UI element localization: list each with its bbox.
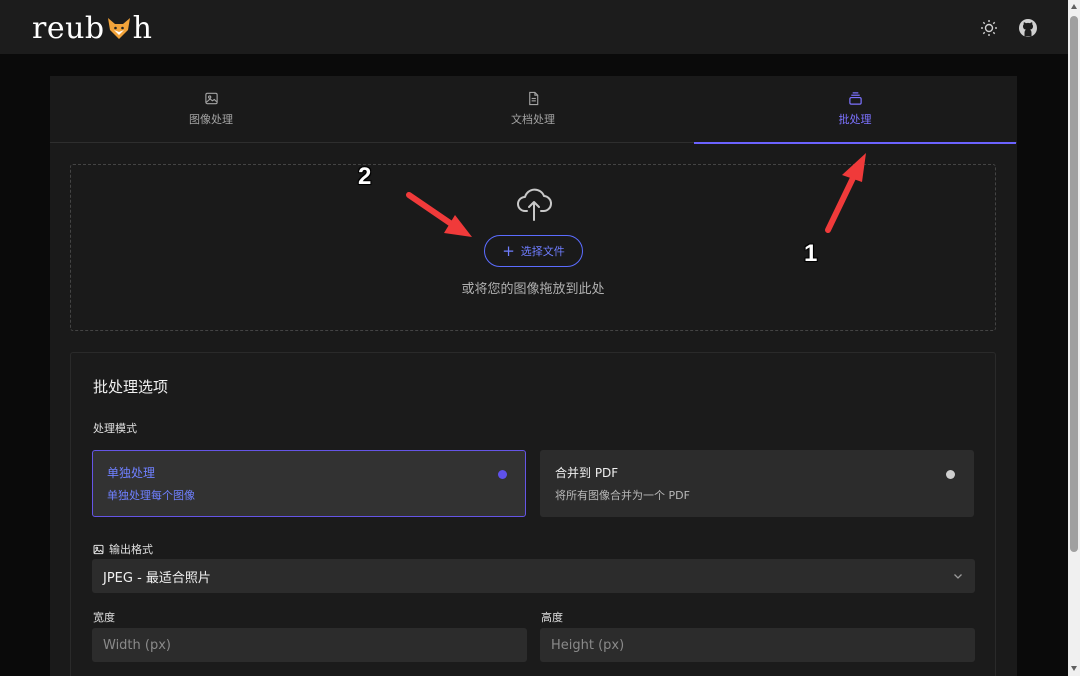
tab-document-processing[interactable]: 文档处理	[372, 76, 694, 143]
output-format-text: 输出格式	[109, 543, 153, 556]
stack-icon	[848, 92, 862, 105]
scroll-up-arrow[interactable]	[1071, 4, 1077, 9]
width-input[interactable]	[92, 628, 527, 662]
mode-description: 单独处理每个图像	[107, 489, 195, 502]
output-format-label: 输出格式	[93, 541, 153, 557]
app-logo[interactable]: reub h	[32, 10, 152, 46]
main-panel: 图像处理 文档处理 批处理 + 选择文件 或将您的图像拖放到此处 批处理选项 处…	[50, 76, 1017, 676]
scroll-down-arrow[interactable]	[1071, 666, 1077, 671]
mode-option-individual[interactable]: 单独处理 单独处理每个图像	[92, 450, 526, 517]
tab-label: 图像处理	[189, 113, 233, 126]
radio-indicator	[498, 470, 507, 479]
drop-hint: 或将您的图像拖放到此处	[461, 282, 605, 297]
image-icon	[204, 92, 218, 105]
document-icon	[528, 91, 538, 106]
output-format-select[interactable]: JPEG - 最适合照片	[92, 559, 975, 593]
batch-options-card: 批处理选项 处理模式 单独处理 单独处理每个图像 合并到 PDF 将所有图像合并…	[70, 352, 996, 676]
fox-icon	[107, 18, 130, 39]
annotation-marker-2: 2	[358, 163, 372, 190]
mode-option-merge-pdf[interactable]: 合并到 PDF 将所有图像合并为一个 PDF	[540, 450, 974, 517]
image-icon	[93, 544, 104, 554]
mode-description: 将所有图像合并为一个 PDF	[555, 489, 690, 502]
cloud-upload-icon	[517, 188, 552, 221]
tab-label: 文档处理	[511, 113, 555, 126]
sun-icon[interactable]	[979, 18, 999, 38]
github-icon[interactable]	[1018, 18, 1038, 38]
scrollbar[interactable]	[1068, 0, 1080, 676]
tab-batch-processing[interactable]: 批处理	[694, 76, 1016, 144]
mode-title: 合并到 PDF	[555, 466, 619, 480]
logo-text-right: h	[132, 10, 153, 46]
chevron-down-icon	[954, 574, 962, 579]
choose-file-button[interactable]: + 选择文件	[484, 235, 583, 267]
height-label: 高度	[541, 611, 563, 624]
width-label: 宽度	[93, 611, 115, 624]
annotation-marker-1: 1	[804, 240, 818, 267]
mode-title: 单独处理	[107, 466, 156, 480]
tab-bar: 图像处理 文档处理 批处理	[50, 76, 1017, 144]
logo-text-left: reub	[32, 10, 105, 46]
choose-file-label: 选择文件	[520, 245, 565, 258]
tab-label: 批处理	[838, 113, 872, 126]
output-format-value: JPEG - 最适合照片	[103, 570, 211, 586]
radio-indicator	[946, 470, 955, 479]
height-input[interactable]	[540, 628, 975, 662]
plus-icon: +	[502, 241, 515, 260]
scroll-thumb[interactable]	[1070, 16, 1078, 552]
top-bar: reub h	[0, 0, 1068, 54]
mode-label: 处理模式	[93, 422, 137, 435]
tab-image-processing[interactable]: 图像处理	[50, 76, 372, 143]
options-title: 批处理选项	[93, 378, 169, 396]
file-dropzone[interactable]: + 选择文件 或将您的图像拖放到此处	[70, 164, 996, 331]
